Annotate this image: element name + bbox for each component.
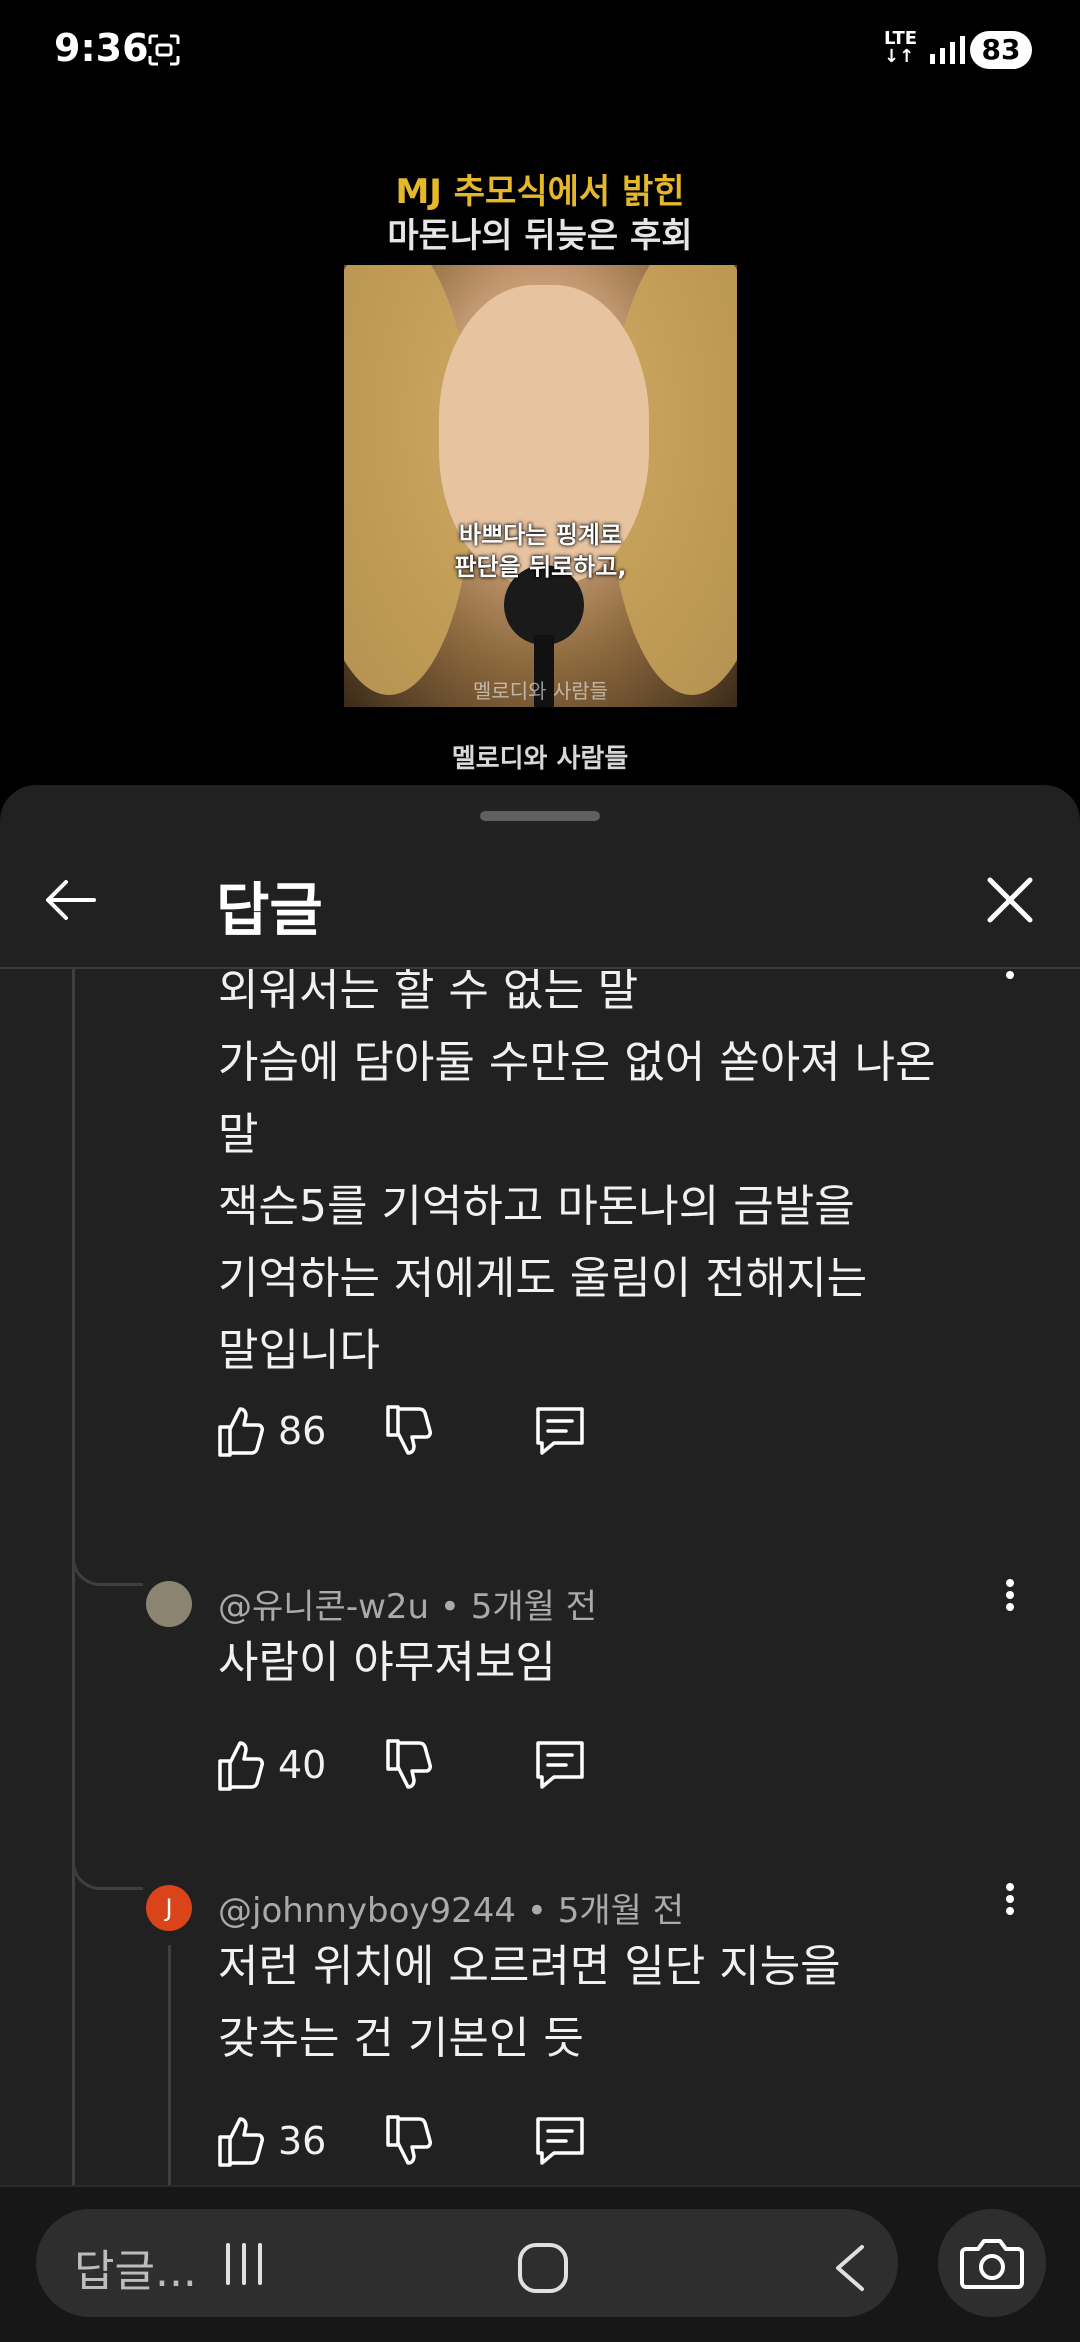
avatar[interactable]: J [146, 1885, 192, 1931]
like-count: 36 [278, 2119, 327, 2163]
like-count: 40 [278, 1743, 327, 1787]
signal-icon [930, 36, 965, 64]
like-icon[interactable] [216, 1735, 268, 1795]
camera-icon [960, 2239, 1024, 2289]
status-time: 9:36 [54, 26, 149, 70]
video-title-line2: 마돈나의 뒤늦은 후회 [387, 216, 693, 256]
back-arrow-icon[interactable] [40, 870, 100, 930]
video-watermark: 멜로디와 사람들 [472, 679, 609, 703]
reply-author[interactable]: @johnnyboy9244 • 5개월 전 [218, 1883, 684, 1932]
bottom-composer-bar: 답글... [0, 2185, 1080, 2342]
reply-text-line: 저런 위치에 오르려면 일단 지능을 [218, 1941, 841, 1992]
screenshot-icon [148, 34, 180, 66]
reply-text-line: 사람이 야무져보임 [218, 1637, 556, 1688]
thread-connector [72, 1543, 143, 1586]
battery-indicator: 83 [970, 31, 1032, 69]
close-icon[interactable] [980, 870, 1040, 930]
sheet-header: 답글 [0, 825, 1080, 969]
reply-input[interactable]: 답글... [36, 2209, 898, 2317]
video-title-line1: MJ 추모식에서 밝힌 [395, 172, 685, 212]
like-count: 86 [278, 1409, 327, 1453]
network-type: LTE ↓↑ [884, 28, 918, 67]
reply-input-placeholder: 답글... [74, 2246, 197, 2297]
home-icon[interactable] [516, 2241, 570, 2295]
reply-text: 저런 위치에 오르려면 일단 지능을 갖추는 건 기본인 듯 [218, 1931, 841, 2075]
reply-comment-icon[interactable] [532, 2111, 588, 2171]
more-options-icon[interactable] [990, 1879, 1030, 1929]
more-options-icon[interactable] [990, 1575, 1030, 1625]
video-subtitle-line2: 판단을 뒤로하고, [454, 553, 627, 581]
channel-caption: 멜로디와 사람들 [451, 744, 629, 774]
video-subtitle-line1: 바쁘다는 핑계로 [459, 521, 622, 549]
reply-author[interactable]: @유니콘-w2u • 5개월 전 [218, 1579, 597, 1628]
reply-text-line: 가슴에 담아둘 수만은 없어 쏟아져 나온 [218, 1037, 936, 1088]
reply-text-line: 말입니다 [218, 1325, 380, 1376]
reply-text-line: 갖추는 건 기본인 듯 [218, 2013, 584, 2064]
reply-text-line: 말 [218, 1109, 259, 1160]
drag-handle[interactable] [480, 811, 600, 821]
status-bar: 9:36 LTE ↓↑ 83 [0, 0, 1080, 100]
reply-comment-icon[interactable] [532, 1735, 588, 1795]
nav-back-icon[interactable] [826, 2241, 876, 2295]
video-player[interactable]: MJ 추모식에서 밝힌 마돈나의 뒤늦은 후회 바쁘다는 핑계로 판단을 뒤로하… [0, 100, 1080, 790]
dislike-icon[interactable] [384, 1735, 436, 1795]
sheet-title: 답글 [216, 876, 323, 944]
reply-comment-icon[interactable] [532, 1401, 588, 1461]
camera-button[interactable] [938, 2209, 1046, 2317]
thread-line [72, 969, 75, 2339]
replies-sheet: 답글 외워서는 할 수 없는 말 가슴에 담아둘 수만은 없어 쏟아져 나온 말… [0, 785, 1080, 2340]
reply-text: 외워서는 할 수 없는 말 가슴에 담아둘 수만은 없어 쏟아져 나온 말 잭슨… [218, 955, 936, 1387]
dislike-icon[interactable] [384, 1401, 436, 1461]
dislike-icon[interactable] [384, 2111, 436, 2171]
reply-text: 사람이 야무져보임 [218, 1627, 556, 1699]
like-icon[interactable] [216, 1401, 268, 1461]
reply-text-line: 잭슨5를 기억하고 마돈나의 금발을 [218, 1181, 855, 1232]
reply-text-line: 기억하는 저에게도 울림이 전해지는 [218, 1253, 868, 1304]
like-icon[interactable] [216, 2111, 268, 2171]
video-frame: 바쁘다는 핑계로 판단을 뒤로하고, 멜로디와 사람들 [344, 265, 737, 707]
avatar[interactable] [146, 1581, 192, 1627]
thread-connector [72, 1847, 143, 1890]
recent-apps-icon[interactable] [214, 2239, 274, 2289]
